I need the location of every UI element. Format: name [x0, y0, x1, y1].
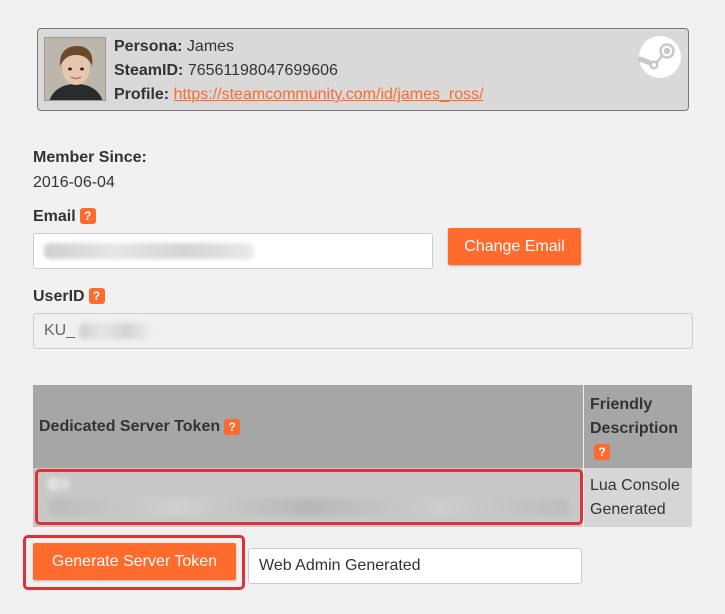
token-help-icon[interactable]: ?: [224, 418, 241, 435]
token-description-line-2: Generated: [590, 501, 666, 518]
email-label: Email: [33, 208, 76, 225]
token-column-header: Dedicated Server Token?: [33, 385, 583, 468]
steam-profile-card: Persona: James SteamID: 7656119804769960…: [37, 28, 689, 111]
userid-label: UserID: [33, 288, 85, 305]
description-column-header: Friendly Description ?: [584, 385, 692, 468]
token-description-line-1: Lua Console: [590, 477, 680, 494]
token-column-label: Dedicated Server Token: [39, 417, 221, 435]
account-page: Persona: James SteamID: 7656119804769960…: [0, 0, 725, 614]
avatar: [44, 37, 106, 101]
description-column-label-2: Description: [590, 420, 679, 437]
friendly-description-input[interactable]: Web Admin Generated: [248, 548, 582, 584]
member-since-label: Member Since:: [33, 149, 147, 166]
userid-label-row: UserID?: [33, 288, 105, 306]
profile-label: Profile:: [114, 86, 170, 103]
persona-value: James: [186, 38, 235, 55]
steam-logo-icon: [637, 35, 682, 79]
generate-button-highlight-box: [23, 535, 245, 590]
steamid-label: SteamID:: [114, 62, 184, 79]
token-description-cell: Lua Console Generated: [584, 468, 692, 527]
email-value-redacted: [44, 243, 254, 259]
token-highlight-box: [35, 469, 583, 525]
persona-row: Persona: James: [114, 35, 484, 59]
email-input[interactable]: [33, 233, 433, 269]
friendly-description-value: Web Admin Generated: [259, 557, 421, 574]
change-email-button[interactable]: Change Email: [448, 228, 581, 265]
description-column-label-1: Friendly: [590, 396, 653, 413]
userid-field: KU_: [33, 313, 693, 349]
steamid-row: SteamID: 76561198047699606: [114, 59, 484, 83]
member-since-value: 2016-06-04: [33, 174, 115, 191]
userid-help-icon[interactable]: ?: [88, 288, 105, 304]
email-help-icon[interactable]: ?: [79, 208, 96, 224]
email-label-row: Email?: [33, 208, 96, 226]
profile-row: Profile: https://steamcommunity.com/id/j…: [114, 83, 484, 107]
description-help-icon[interactable]: ?: [594, 444, 610, 460]
userid-value-redacted: [79, 323, 150, 339]
steamid-value: 76561198047699606: [187, 62, 338, 79]
avatar-image: [45, 38, 105, 100]
profile-details: Persona: James SteamID: 7656119804769960…: [114, 35, 484, 107]
userid-value-prefix: KU_: [44, 322, 76, 339]
persona-label: Persona:: [114, 38, 183, 55]
profile-link[interactable]: https://steamcommunity.com/id/james_ross…: [174, 86, 484, 103]
